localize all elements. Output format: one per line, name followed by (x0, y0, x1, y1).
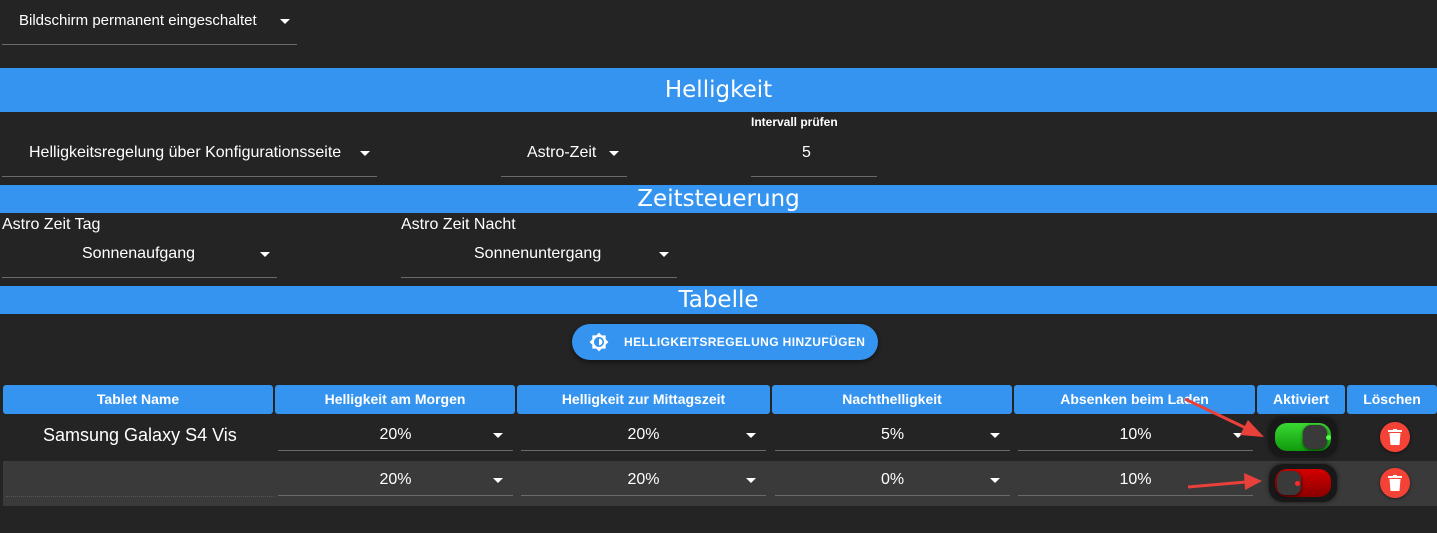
active-toggle[interactable] (1269, 417, 1337, 457)
add-brightness-rule-button[interactable]: HELLIGKEITSREGELUNG HINZUFÜGEN (572, 324, 878, 360)
morning-select[interactable]: 20% (278, 418, 513, 451)
night-value: 0% (880, 471, 905, 488)
astro-night-select[interactable]: Sonnenuntergang (401, 232, 677, 278)
night-value: 5% (880, 426, 905, 443)
astro-day-select[interactable]: Sonnenaufgang (2, 232, 277, 278)
chevron-down-icon (493, 433, 503, 438)
chevron-down-icon (493, 478, 503, 483)
noon-select[interactable]: 20% (521, 418, 766, 451)
noon-value: 20% (627, 471, 660, 488)
toggle-knob (1303, 425, 1327, 449)
night-select[interactable]: 0% (775, 463, 1010, 496)
chevron-down-icon (280, 19, 290, 24)
header-tablet-name: Tablet Name (3, 385, 273, 414)
header-delete: Löschen (1347, 385, 1437, 414)
header-noon: Helligkeit zur Mittagszeit (517, 385, 770, 414)
noon-value: 20% (627, 426, 660, 443)
delete-button[interactable] (1380, 468, 1410, 498)
time-source-value: Astro-Zeit (527, 144, 597, 161)
brightness-mode-select[interactable]: Helligkeitsregelung über Konfigurationss… (2, 130, 377, 177)
toggle-led-icon (1326, 435, 1331, 440)
chevron-down-icon (260, 252, 270, 257)
chevron-down-icon (990, 433, 1000, 438)
tablet-name-empty (6, 496, 274, 497)
chevron-down-icon (990, 478, 1000, 483)
screen-mode-select[interactable]: Bildschirm permanent eingeschaltet (2, 0, 297, 45)
section-zeitsteuerung: Zeitsteuerung (0, 185, 1437, 213)
red-arrow-icon (1187, 473, 1262, 490)
trash-icon (1388, 429, 1402, 445)
noon-select[interactable]: 20% (521, 463, 766, 496)
brightness-icon (589, 332, 609, 352)
interval-value: 5 (802, 144, 811, 161)
morning-value: 20% (379, 471, 412, 488)
astro-day-value: Sonnenaufgang (82, 245, 195, 262)
chevron-down-icon (360, 151, 370, 156)
interval-input[interactable]: 5 (751, 130, 877, 177)
night-select[interactable]: 5% (775, 418, 1010, 451)
tablet-name: Samsung Galaxy S4 Vis (43, 425, 237, 445)
astro-night-value: Sonnenuntergang (474, 245, 602, 262)
chevron-down-icon (746, 433, 756, 438)
chevron-down-icon (609, 151, 619, 156)
screen-mode-value: Bildschirm permanent eingeschaltet (19, 12, 257, 29)
delete-button[interactable] (1380, 422, 1410, 452)
red-arrow-icon (1184, 397, 1264, 437)
active-toggle[interactable] (1269, 464, 1337, 502)
morning-select[interactable]: 20% (278, 463, 513, 496)
red-arrow-annotation (1184, 397, 1264, 490)
morning-value: 20% (379, 426, 412, 443)
section-tabelle: Tabelle (0, 286, 1437, 314)
time-source-select[interactable]: Astro-Zeit (501, 130, 627, 177)
add-brightness-rule-label: HELLIGKEITSREGELUNG HINZUFÜGEN (624, 335, 866, 349)
header-morning: Helligkeit am Morgen (275, 385, 515, 414)
header-active: Aktiviert (1257, 385, 1345, 414)
toggle-led-icon (1295, 481, 1300, 486)
interval-label: Intervall prüfen (751, 115, 838, 129)
brightness-mode-value: Helligkeitsregelung über Konfigurationss… (29, 144, 342, 161)
chevron-down-icon (659, 252, 669, 257)
header-night: Nachthelligkeit (772, 385, 1012, 414)
chevron-down-icon (746, 478, 756, 483)
section-helligkeit: Helligkeit (0, 68, 1437, 112)
trash-icon (1388, 475, 1402, 491)
